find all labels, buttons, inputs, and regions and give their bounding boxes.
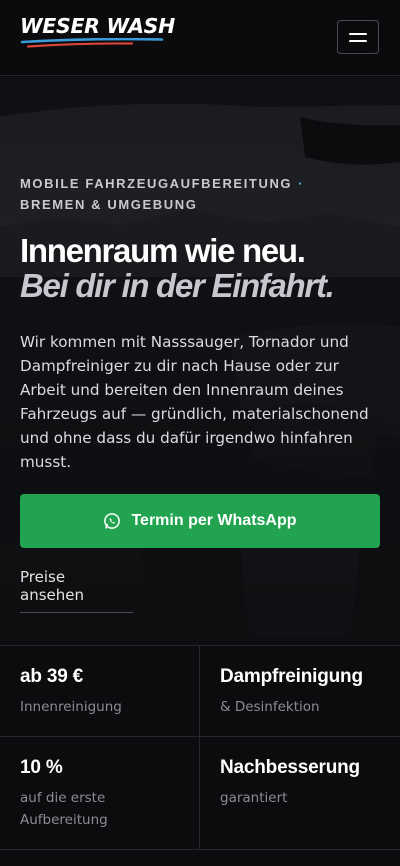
whatsapp-button-label: Termin per WhatsApp: [131, 512, 297, 529]
stat-label: Innenreinigung: [20, 699, 122, 715]
hero-description: Wir kommen mit Nasssauger, Tornador und …: [20, 333, 369, 471]
stat-cell-price: ab 39 € Innenreinigung: [0, 646, 200, 737]
headline-line-2: Bei dir in der Einfahrt.: [20, 267, 335, 304]
hero-section: MOBILE FAHRZEUGAUFBEREITUNG · BREMEN & UM…: [0, 77, 400, 645]
eyebrow-line-1: MOBILE FAHRZEUGAUFBEREITUNG: [20, 176, 293, 191]
headline-line-1: Innenraum wie neu.: [20, 232, 306, 269]
stat-cell-steam: Dampfreinigung & Desinfektion: [200, 646, 400, 737]
brand-logo[interactable]: WESER WASH: [20, 14, 175, 60]
eyebrow-dot: ·: [298, 176, 305, 191]
hero-headline: Innenraum wie neu. Bei dir in der Einfah…: [20, 233, 390, 303]
stat-value: Dampfreinigung: [220, 666, 363, 687]
logo-stripes: [20, 38, 164, 48]
stat-label: auf die erste Aufbereitung: [20, 790, 108, 828]
stat-cell-guarantee: Nachbesserung garantiert: [200, 737, 400, 850]
whatsapp-icon: [104, 513, 121, 529]
stats-grid: ab 39 € Innenreinigung Dampfreinigung & …: [0, 645, 400, 866]
stat-label: garantiert: [220, 790, 288, 806]
site-header: WESER WASH: [0, 0, 400, 76]
stat-label: & Desinfektion: [220, 699, 320, 715]
stat-value: Nachbesserung: [220, 757, 360, 778]
brand-name: WESER WASH: [20, 14, 175, 38]
hero-eyebrow: MOBILE FAHRZEUGAUFBEREITUNG · BREMEN & UM…: [20, 173, 340, 215]
menu-button[interactable]: [337, 20, 379, 54]
stat-value: ab 39 €: [20, 666, 84, 687]
eyebrow-line-2: BREMEN & UMGEBUNG: [20, 197, 198, 212]
stat-cell-discount: 10 % auf die erste Aufbereitung: [0, 737, 200, 850]
view-prices-link[interactable]: Preise ansehen: [20, 568, 133, 613]
whatsapp-appointment-button[interactable]: Termin per WhatsApp: [20, 494, 380, 548]
hamburger-menu-icon: [349, 33, 367, 35]
hamburger-menu-icon-line: [349, 40, 367, 42]
stat-value: 10 %: [20, 757, 63, 778]
